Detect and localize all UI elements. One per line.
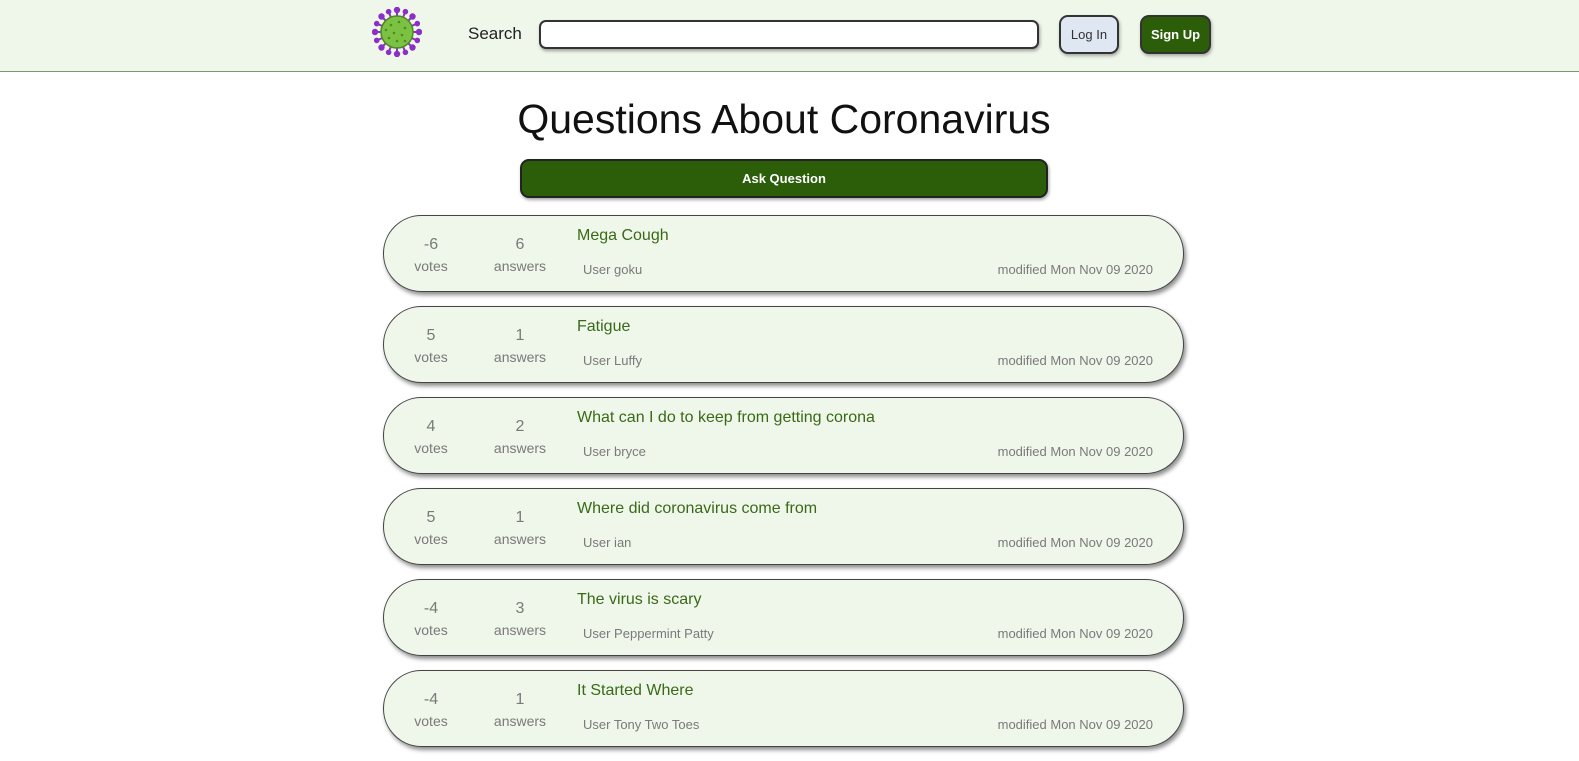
- question-title-link[interactable]: The virus is scary: [577, 591, 701, 609]
- answer-number: 1: [515, 327, 525, 344]
- question-modified-date: modified Mon Nov 09 2020: [997, 444, 1153, 459]
- answer-number: 1: [515, 691, 525, 708]
- answer-label: answers: [493, 531, 547, 547]
- question-author: User Luffy: [583, 353, 643, 368]
- answer-number: 6: [515, 236, 525, 253]
- answer-number: 2: [515, 418, 525, 435]
- answer-number: 1: [515, 509, 525, 526]
- vote-label: votes: [414, 349, 448, 365]
- question-title-link[interactable]: It Started Where: [577, 682, 694, 700]
- search-label: Search: [468, 24, 522, 43]
- answer-count: 3 answers: [485, 600, 555, 638]
- question-card[interactable]: 5 votes 1 answers Where did coronavirus …: [383, 488, 1184, 565]
- vote-label: votes: [414, 258, 448, 274]
- vote-count: 4 votes: [396, 418, 466, 456]
- search-input[interactable]: [539, 20, 1039, 49]
- vote-label: votes: [414, 713, 448, 729]
- answer-number: 3: [515, 600, 525, 617]
- question-card[interactable]: -4 votes 1 answers It Started Where User…: [383, 670, 1184, 747]
- question-author: User goku: [583, 262, 643, 277]
- vote-number: -4: [423, 600, 439, 617]
- answer-count: 2 answers: [485, 418, 555, 456]
- question-modified-date: modified Mon Nov 09 2020: [997, 626, 1153, 641]
- question-modified-date: modified Mon Nov 09 2020: [997, 535, 1153, 550]
- question-title-link[interactable]: Fatigue: [577, 318, 630, 336]
- page-title: Questions About Coronavirus: [517, 96, 1051, 142]
- question-author: User bryce: [583, 444, 646, 459]
- vote-number: 4: [426, 418, 436, 435]
- vote-count: -6 votes: [396, 236, 466, 274]
- vote-number: -6: [423, 236, 439, 253]
- coronavirus-logo-icon[interactable]: [372, 7, 422, 57]
- answer-label: answers: [493, 349, 547, 365]
- question-card[interactable]: -6 votes 6 answers Mega Cough User goku …: [383, 215, 1184, 292]
- question-author: User Peppermint Patty: [583, 626, 714, 641]
- answer-count: 1 answers: [485, 509, 555, 547]
- answer-label: answers: [493, 622, 547, 638]
- ask-question-button[interactable]: Ask Question: [520, 159, 1048, 198]
- signup-button[interactable]: Sign Up: [1140, 15, 1211, 54]
- question-title-link[interactable]: Where did coronavirus come from: [577, 500, 817, 518]
- question-card[interactable]: 4 votes 2 answers What can I do to keep …: [383, 397, 1184, 474]
- login-button[interactable]: Log In: [1059, 15, 1119, 54]
- vote-count: -4 votes: [396, 600, 466, 638]
- vote-count: 5 votes: [396, 327, 466, 365]
- vote-number: 5: [426, 509, 436, 526]
- question-title-link[interactable]: Mega Cough: [577, 227, 669, 245]
- question-modified-date: modified Mon Nov 09 2020: [997, 353, 1153, 368]
- vote-number: 5: [426, 327, 436, 344]
- vote-count: -4 votes: [396, 691, 466, 729]
- answer-label: answers: [493, 713, 547, 729]
- question-modified-date: modified Mon Nov 09 2020: [997, 262, 1153, 277]
- vote-count: 5 votes: [396, 509, 466, 547]
- vote-number: -4: [423, 691, 439, 708]
- answer-label: answers: [493, 440, 547, 456]
- top-navbar: Search Log In Sign Up: [0, 0, 1579, 72]
- question-author: User Tony Two Toes: [583, 717, 700, 732]
- vote-label: votes: [414, 622, 448, 638]
- answer-count: 1 answers: [485, 327, 555, 365]
- answer-label: answers: [493, 258, 547, 274]
- vote-label: votes: [414, 531, 448, 547]
- question-modified-date: modified Mon Nov 09 2020: [997, 717, 1153, 732]
- answer-count: 6 answers: [485, 236, 555, 274]
- question-list: -6 votes 6 answers Mega Cough User goku …: [383, 215, 1184, 761]
- question-card[interactable]: 5 votes 1 answers Fatigue User Luffy mod…: [383, 306, 1184, 383]
- vote-label: votes: [414, 440, 448, 456]
- question-card[interactable]: -4 votes 3 answers The virus is scary Us…: [383, 579, 1184, 656]
- answer-count: 1 answers: [485, 691, 555, 729]
- question-title-link[interactable]: What can I do to keep from getting coron…: [577, 409, 875, 427]
- question-author: User ian: [583, 535, 632, 550]
